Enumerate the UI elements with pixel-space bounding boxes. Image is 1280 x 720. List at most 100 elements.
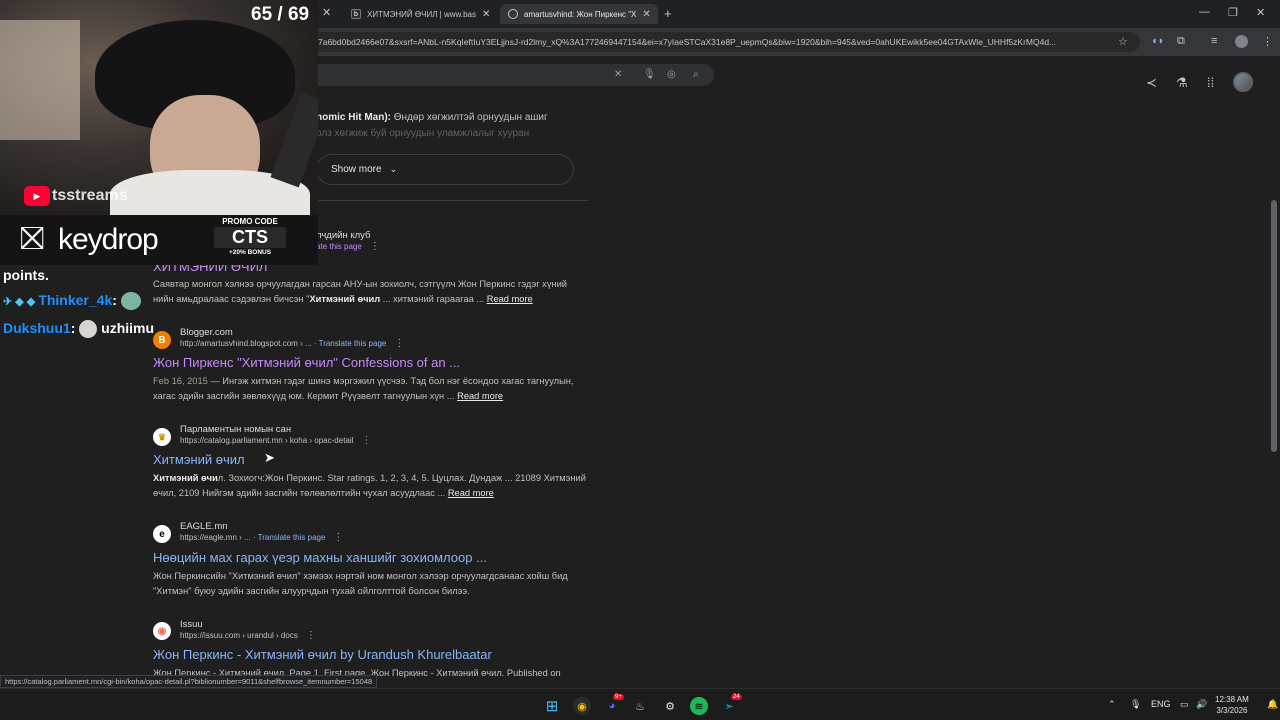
clock-time: 12:38 AM [1215, 695, 1249, 704]
tray-chevron-icon[interactable]: ⌃ [1108, 699, 1116, 710]
tab-favicon-icon: b [351, 9, 361, 19]
chat-message: Dukshuu1: uzhiimu [3, 320, 155, 339]
result-1-site: лчдийн клуб ate this page ⋮ [316, 230, 380, 252]
result-site-name: лчдийн клуб [316, 230, 371, 241]
desc-line: Жон Перкинсийн "Хитмэний өчил" хэмээх нэ… [153, 571, 568, 581]
system-clock[interactable]: 12:38 AM 3/3/2026 [1215, 694, 1249, 716]
more-options-icon[interactable]: ⋮ [306, 630, 316, 641]
chat-message: points. [3, 267, 49, 283]
result-url: https://issuu.com › urandul › docs [180, 631, 298, 640]
restore-icon[interactable]: ❐ [1228, 6, 1238, 19]
result-site-name: EAGLE.mn [180, 521, 228, 532]
chevron-down-icon: ⌄ [389, 164, 398, 174]
microphone-icon[interactable]: 🎙 [643, 69, 656, 80]
search-icon[interactable]: ⌕ [693, 69, 699, 80]
gift-icon: ⛝ [20, 220, 45, 256]
webcam-overlay [0, 0, 318, 215]
settings-gear-icon[interactable]: ⚙ [661, 697, 679, 715]
new-tab-button[interactable]: + [664, 6, 672, 21]
tray-microphone-icon[interactable]: 🎙 [1130, 699, 1141, 710]
translate-link[interactable]: ate this page [316, 242, 362, 251]
extensions-puzzle-icon[interactable]: ⧉ [1177, 35, 1185, 48]
close-icon[interactable]: ✕ [476, 9, 490, 20]
desc-bold: Хитмэний өчил [309, 294, 381, 304]
steam-icon[interactable]: ♨ [631, 697, 649, 715]
result-1-description: Саявтар монгол хэлнээ орчуулагдан гарсан… [153, 277, 593, 307]
result-3-title[interactable]: Хитмэний өчил [153, 452, 245, 467]
result-2-title[interactable]: Жон Пиркенс "Хитмэний өчил" Confessions … [153, 355, 460, 370]
google-account-avatar[interactable] [1233, 72, 1253, 92]
window-close-icon[interactable]: ✕ [1256, 6, 1265, 19]
snippet-text: Өндөр хөгжилтэй орнуудын ашиг [393, 112, 548, 123]
read-more-link[interactable]: Read more [487, 294, 533, 304]
extension-wave-icon[interactable]: ◖◗ [1151, 35, 1164, 47]
result-5-title[interactable]: Жон Перкинс - Хитмэний өчил by Urandush … [153, 647, 492, 662]
translate-link[interactable]: · Translate this page [314, 339, 386, 348]
share-icon[interactable]: ≺ [1146, 75, 1157, 91]
issuu-favicon-icon: ◉ [153, 622, 171, 640]
channel-name: tsstreams [52, 187, 128, 204]
profile-avatar[interactable] [1235, 35, 1248, 48]
result-3-site: Парламентын номын сан https://catalog.pa… [180, 424, 371, 446]
result-4-title[interactable]: Нөөцийн мах гарах үеэр махны ханшийг зох… [153, 550, 487, 565]
chat-emote [79, 320, 98, 339]
chat-username: Dukshuu1 [3, 320, 71, 336]
more-options-icon[interactable]: ⋮ [333, 532, 343, 543]
eagle-favicon-icon: e [153, 525, 171, 543]
translate-link[interactable]: · Translate this page [253, 533, 325, 542]
volume-icon[interactable]: 🔊 [1196, 699, 1207, 710]
more-options-icon[interactable]: ⋮ [370, 241, 380, 252]
labs-flask-icon[interactable]: ⚗ [1176, 75, 1188, 91]
close-tab-icon[interactable]: ✕ [322, 6, 331, 19]
result-url: https://catalog.parliament.mn › koha › o… [180, 436, 354, 445]
clear-search-icon[interactable]: ✕ [614, 69, 622, 80]
discord-badge: 9+ [613, 694, 624, 700]
mouse-cursor-icon: ➤ [264, 450, 275, 465]
chat-text: uzhiimu [101, 320, 155, 336]
chrome-icon[interactable]: ◉ [573, 697, 591, 715]
youtube-play-icon: ▶ [24, 186, 50, 206]
page-scrollbar[interactable] [1271, 200, 1277, 452]
progress-counter: 65 / 69 [251, 4, 310, 25]
tab-label: ХИТМЭНИЙ ӨЧИЛ | www.bas [367, 9, 476, 19]
notification-bell-icon[interactable]: 🔔 [1267, 699, 1278, 710]
close-icon[interactable]: ✕ [636, 9, 650, 20]
desc-bold: Хитмэний өчи [153, 473, 218, 483]
more-options-icon[interactable]: ⋮ [361, 435, 371, 446]
menu-kebab-icon[interactable]: ⋮ [1262, 35, 1273, 48]
windows-start-icon[interactable]: ⊞ [543, 697, 561, 715]
result-site-name: Issuu [180, 619, 203, 630]
tab-amartusvhind[interactable]: amartusvhind: Жон Пиркенс "Х ✕ [500, 4, 658, 24]
apps-grid-icon[interactable]: ⁞⁞ [1207, 75, 1214, 90]
blogger-favicon-icon: B [153, 331, 171, 349]
minimize-icon[interactable]: — [1199, 6, 1210, 18]
screen: ✕ b ХИТМЭНИЙ ӨЧИЛ | www.bas ✕ amartusvhi… [0, 0, 1280, 720]
spotify-icon[interactable]: ≋ [690, 697, 708, 715]
tab-hitman-bas[interactable]: b ХИТМЭНИЙ ӨЧИЛ | www.bas ✕ [343, 4, 498, 24]
input-language[interactable]: ENG [1151, 699, 1171, 709]
result-date: Feb 16, 2015 [153, 376, 208, 386]
desc-text: хагас эдийн засгийн зөвлөхүүд юм. Кермит… [153, 391, 455, 401]
result-site-name: Парламентын номын сан [180, 424, 292, 435]
show-more-button[interactable]: Show more ⌄ [316, 154, 574, 185]
bookmark-star-icon[interactable]: ☆ [1118, 35, 1128, 48]
read-more-link[interactable]: Read more [448, 488, 494, 498]
result-2-site: Blogger.com http://amartusvhind.blogspot… [180, 327, 404, 349]
background-light [0, 20, 80, 140]
chat-emote [120, 292, 141, 311]
promo-code-box: PROMO CODE CTS +20% BONUS [214, 217, 286, 262]
tab-label: amartusvhind: Жон Пиркенс "Х [524, 9, 637, 19]
more-options-icon[interactable]: ⋮ [394, 338, 404, 349]
read-more-link[interactable]: Read more [457, 391, 503, 401]
media-controls-icon[interactable]: ≡ [1211, 35, 1217, 47]
promo-label: PROMO CODE [222, 217, 278, 226]
link-status-bar: https://catalog.parliament.mn/cgi-bin/ko… [0, 675, 378, 688]
telegram-badge: 24 [731, 694, 742, 700]
desc-line: Саявтар монгол хэлнээ орчуулагдан гарсан… [153, 279, 568, 289]
network-icon[interactable]: ▭ [1180, 699, 1189, 710]
globe-icon [508, 9, 518, 19]
lens-camera-icon[interactable]: ◎ [667, 69, 676, 80]
desc-text: өчил, 2109 Нийгэм эдийн засгийн төлөвлөл… [153, 488, 446, 498]
address-bar[interactable]: 7a6bd0bd2466e07&sxsrf=ANbL-n5KqIeftIuY3E… [312, 32, 1140, 52]
ai-overview-snippet: nomic Hit Man): Өндөр хөгжилтэй орнуудын… [316, 110, 596, 142]
